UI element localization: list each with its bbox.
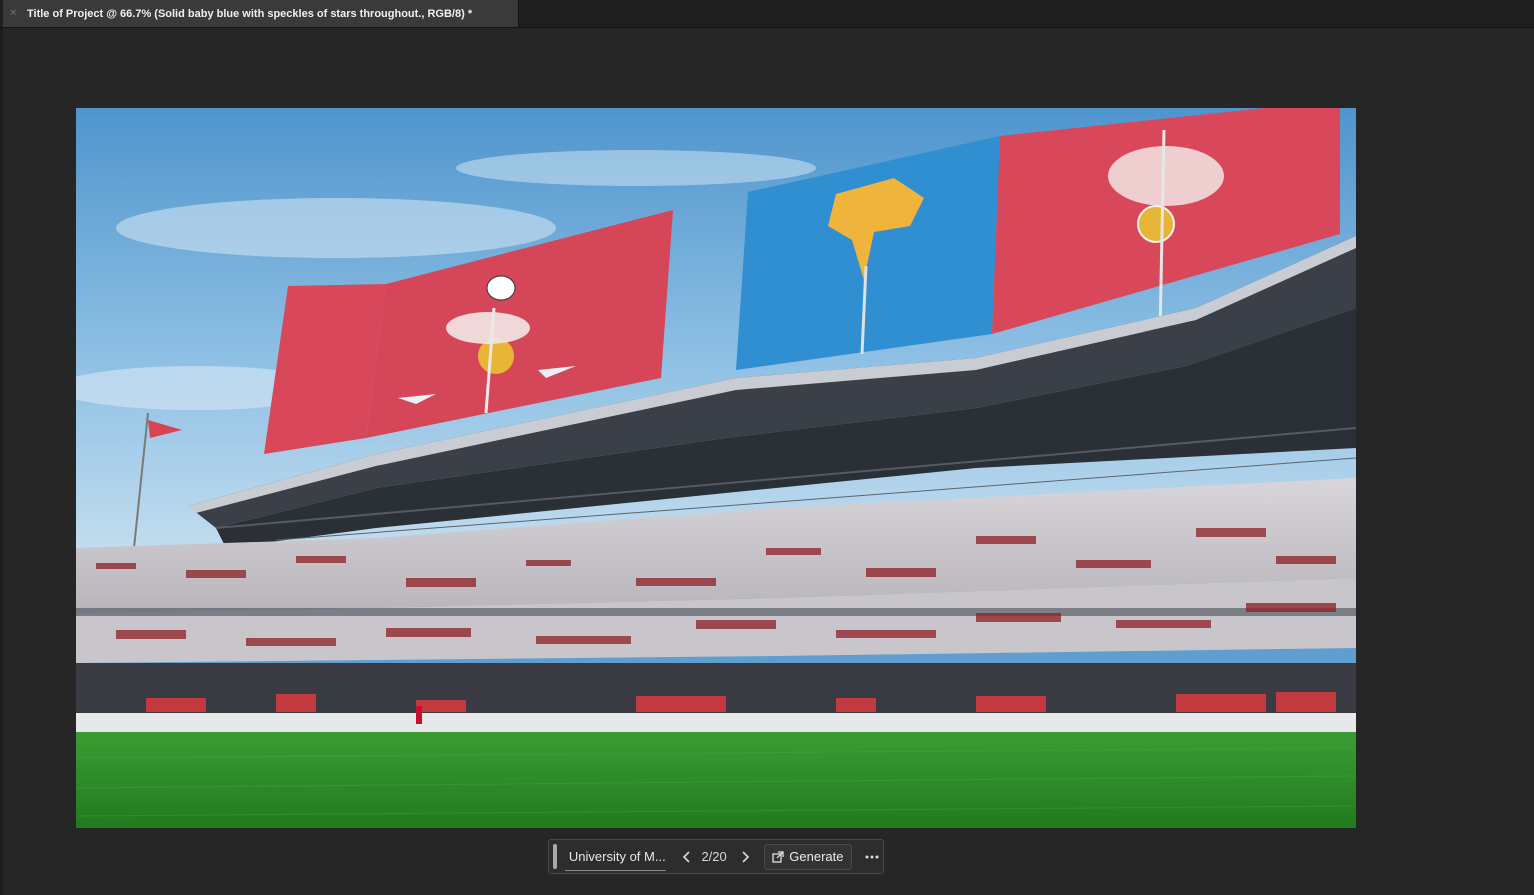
generate-label: Generate: [789, 849, 844, 864]
chevron-left-icon: [682, 850, 690, 863]
document-tab[interactable]: ✕ Title of Project @ 66.7% (Solid baby b…: [3, 0, 519, 27]
contextual-task-bar: University of M... 2/20 Generate: [548, 839, 884, 874]
external-generate-icon: [772, 850, 784, 863]
generate-button[interactable]: Generate: [764, 843, 852, 870]
canvas-image[interactable]: [76, 108, 1356, 828]
variation-counter: 2/20: [701, 849, 727, 864]
left-panel-edge: [0, 0, 3, 895]
more-options-button[interactable]: [862, 846, 883, 868]
stadium-illustration: [76, 108, 1356, 828]
grass-field: [76, 732, 1356, 828]
document-tab-bar: ✕ Title of Project @ 66.7% (Solid baby b…: [0, 0, 1534, 28]
drag-handle[interactable]: [553, 844, 557, 869]
close-icon[interactable]: ✕: [9, 8, 23, 19]
document-tab-title: Title of Project @ 66.7% (Solid baby blu…: [27, 7, 473, 20]
next-variation-button[interactable]: [735, 846, 756, 868]
prompt-input[interactable]: University of M...: [564, 843, 667, 871]
chevron-right-icon: [742, 850, 750, 863]
previous-variation-button[interactable]: [676, 846, 697, 868]
more-options-icon: [865, 855, 879, 858]
